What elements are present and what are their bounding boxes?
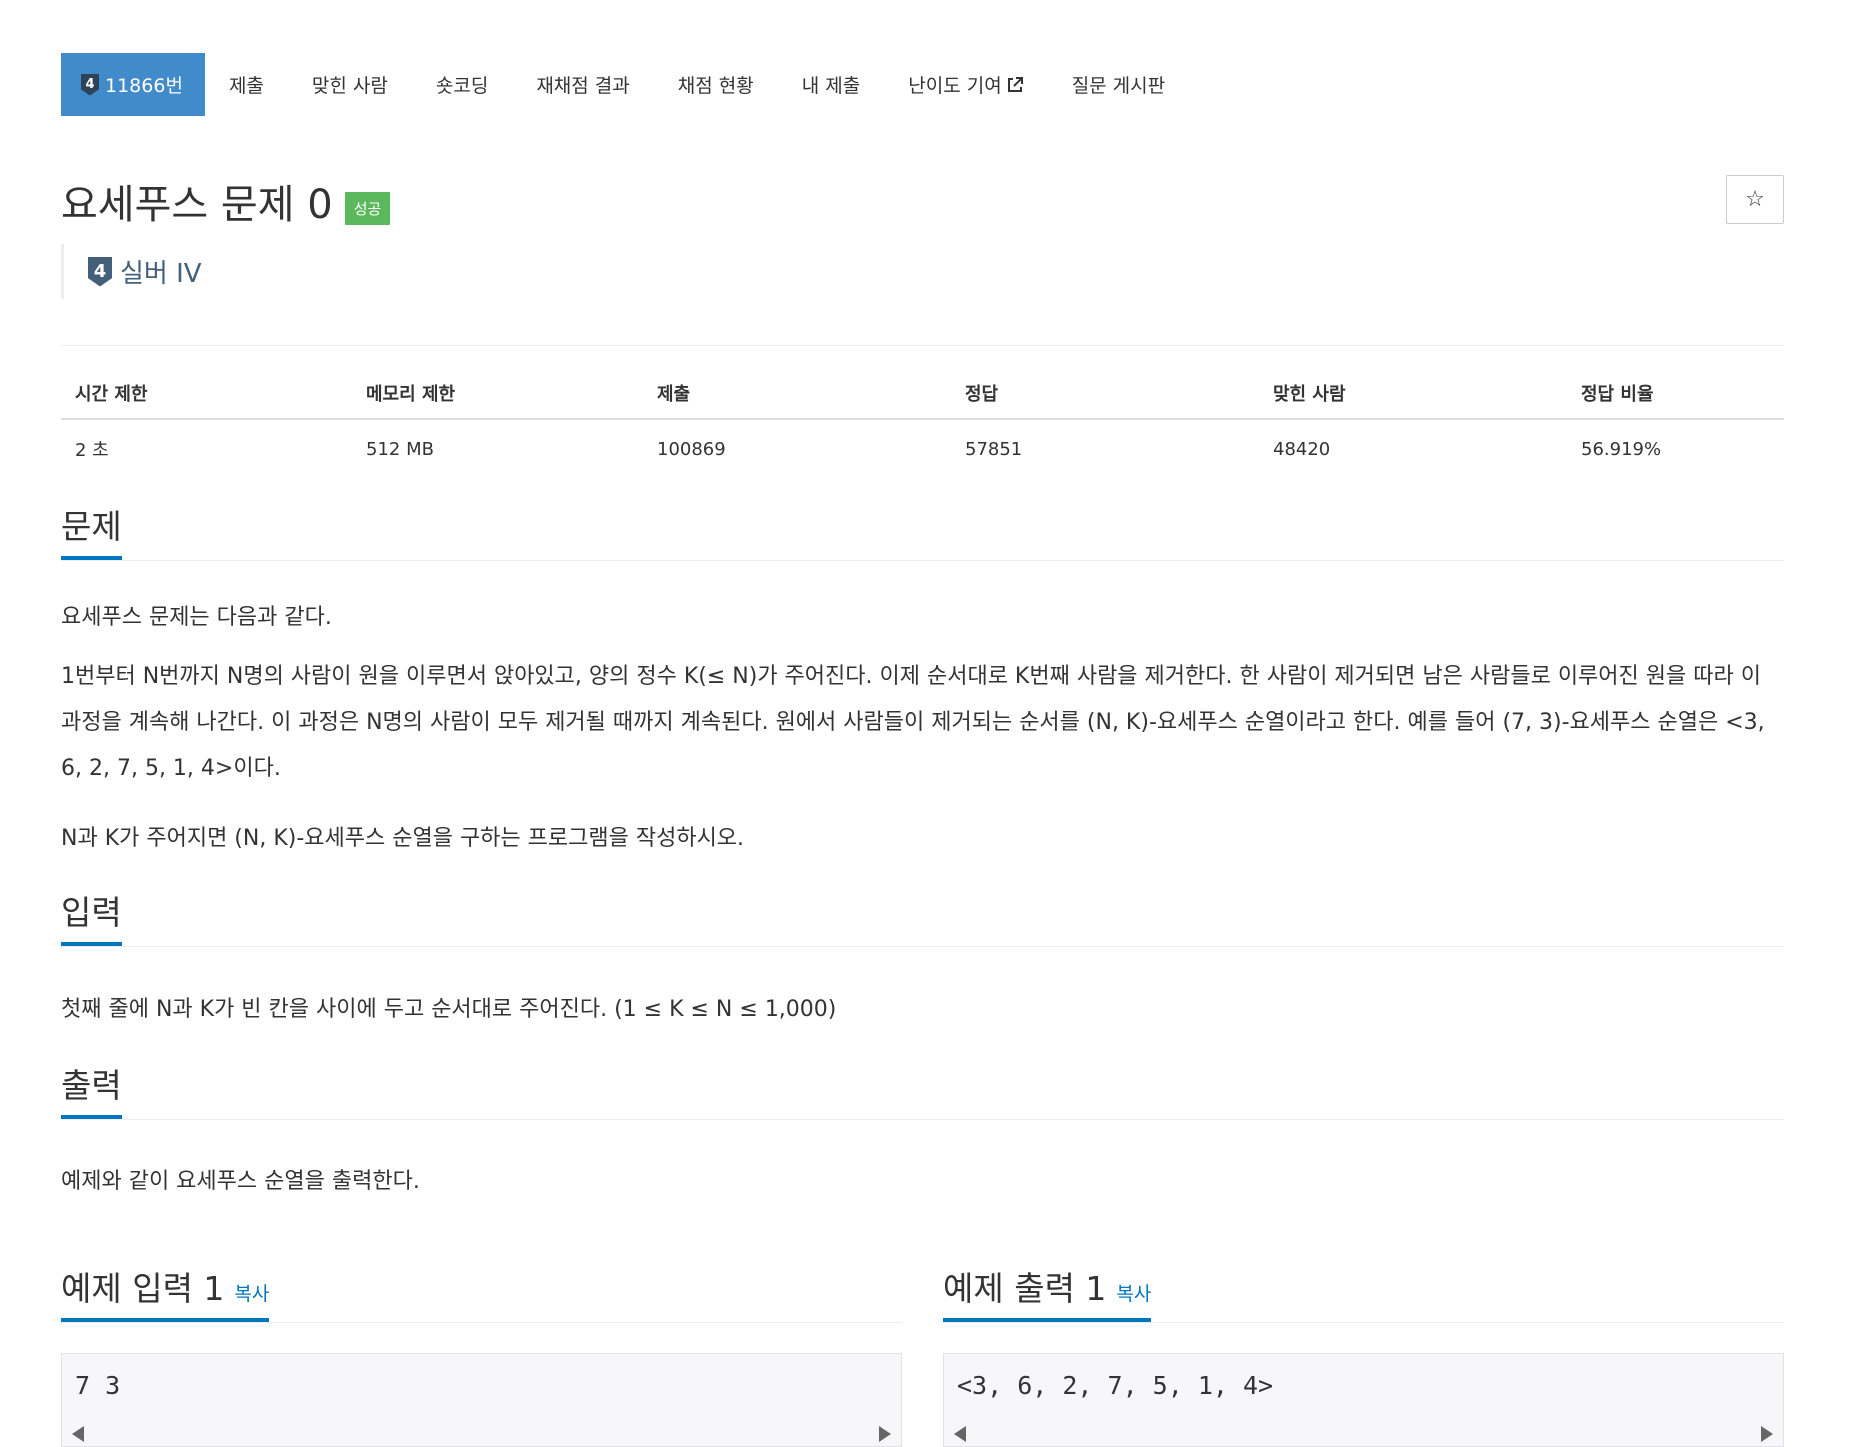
output-section-header: 출력 bbox=[61, 1061, 1784, 1120]
tier-label: 실버 IV bbox=[120, 259, 202, 289]
nav-submit[interactable]: 제출 bbox=[205, 53, 288, 116]
star-button[interactable]: ☆ bbox=[1726, 175, 1784, 224]
sample-input-header: 예제 입력 1 복사 bbox=[61, 1264, 902, 1323]
value-time-limit: 2 초 bbox=[75, 440, 109, 461]
sample-output-heading: 예제 출력 1 복사 bbox=[943, 1264, 1152, 1322]
sample-output-box: <3, 6, 2, 7, 5, 1, 4> bbox=[943, 1353, 1784, 1447]
problem-page: 4 11866번 제출 맞힌 사람 숏코딩 재채점 결과 채점 현황 내 제출 … bbox=[0, 0, 1856, 1447]
nav-my-submissions[interactable]: 내 제출 bbox=[778, 53, 884, 116]
table-row: 2 초 512 MB 100869 57851 48420 56.919% bbox=[61, 419, 1784, 472]
sample-input-box: 7 3 bbox=[61, 1353, 902, 1447]
nav-status[interactable]: 채점 현황 bbox=[654, 53, 778, 116]
scroll-right-icon[interactable] bbox=[879, 1426, 891, 1442]
nav-solved-users[interactable]: 맞힌 사람 bbox=[288, 53, 412, 116]
scroll-left-icon[interactable] bbox=[72, 1426, 84, 1442]
description-section-header: 문제 bbox=[61, 502, 1784, 561]
scroll-left-icon[interactable] bbox=[954, 1426, 966, 1442]
header-time-limit: 시간 제한 bbox=[61, 380, 352, 420]
output-description: 예제와 같이 요세푸스 순열을 출력한다. bbox=[61, 1169, 420, 1194]
sample-input-content: 7 3 bbox=[75, 1371, 121, 1400]
description-heading: 문제 bbox=[61, 502, 122, 560]
header-accept-ratio: 정답 비율 bbox=[1567, 380, 1784, 420]
sample-output-header: 예제 출력 1 복사 bbox=[943, 1264, 1784, 1323]
nav-difficulty-contribution[interactable]: 난이도 기여 bbox=[884, 53, 1047, 116]
tier-row: 4 실버 IV bbox=[61, 244, 202, 299]
description-paragraph-2: 1번부터 N번까지 N명의 사람이 원을 이루면서 앉아있고, 양의 정수 K(… bbox=[61, 664, 1765, 781]
problem-title-row: 요세푸스 문제 0 성공 bbox=[61, 172, 391, 230]
sample-output-content: <3, 6, 2, 7, 5, 1, 4> bbox=[957, 1371, 1274, 1400]
header-solved-users: 맞힌 사람 bbox=[1259, 380, 1567, 420]
horizontal-scrollbar[interactable] bbox=[62, 1420, 901, 1446]
problem-nav: 4 11866번 제출 맞힌 사람 숏코딩 재채점 결과 채점 현황 내 제출 … bbox=[61, 53, 1189, 116]
input-heading: 입력 bbox=[61, 888, 122, 946]
sample-input-title: 예제 입력 1 bbox=[61, 1269, 225, 1308]
status-badge: 성공 bbox=[344, 191, 391, 225]
copy-sample-input-button[interactable]: 복사 bbox=[234, 1283, 269, 1305]
header-accepted: 정답 bbox=[951, 380, 1259, 420]
input-description: 첫째 줄에 N과 K가 빈 칸을 사이에 두고 순서대로 주어진다. (1 ≤ … bbox=[61, 997, 837, 1022]
external-link-icon bbox=[1007, 76, 1023, 92]
value-accepted: 57851 bbox=[965, 438, 1023, 460]
header-submissions: 제출 bbox=[643, 380, 951, 420]
table-header-row: 시간 제한 메모리 제한 제출 정답 맞힌 사람 정답 비율 bbox=[61, 380, 1784, 420]
problem-number-label: 11866번 bbox=[105, 75, 183, 97]
divider bbox=[61, 345, 1784, 346]
value-memory-limit: 512 MB bbox=[366, 438, 434, 460]
nav-rejudge-results[interactable]: 재채점 결과 bbox=[512, 53, 653, 116]
description-paragraph-1: 요세푸스 문제는 다음과 같다. bbox=[61, 605, 332, 630]
output-heading: 출력 bbox=[61, 1061, 122, 1119]
value-submissions: 100869 bbox=[657, 438, 726, 460]
header-memory-limit: 메모리 제한 bbox=[352, 380, 643, 420]
value-accept-ratio: 56.919% bbox=[1581, 438, 1662, 460]
scroll-right-icon[interactable] bbox=[1761, 1426, 1773, 1442]
nav-short-coding[interactable]: 숏코딩 bbox=[412, 53, 512, 116]
nav-difficulty-label: 난이도 기여 bbox=[908, 75, 1002, 97]
silver-tier-icon: 4 bbox=[81, 73, 99, 96]
nav-problem-number[interactable]: 4 11866번 bbox=[61, 53, 205, 116]
horizontal-scrollbar[interactable] bbox=[944, 1420, 1783, 1446]
page-title: 요세푸스 문제 0 bbox=[61, 182, 333, 228]
value-solved-users: 48420 bbox=[1273, 438, 1331, 460]
problem-info-table: 시간 제한 메모리 제한 제출 정답 맞힌 사람 정답 비율 2 초 512 M… bbox=[61, 380, 1784, 472]
sample-input-heading: 예제 입력 1 복사 bbox=[61, 1264, 270, 1322]
copy-sample-output-button[interactable]: 복사 bbox=[1116, 1283, 1151, 1305]
input-section-header: 입력 bbox=[61, 888, 1784, 947]
silver-tier-icon: 4 bbox=[88, 256, 112, 287]
star-icon: ☆ bbox=[1745, 187, 1765, 212]
sample-output-title: 예제 출력 1 bbox=[943, 1269, 1107, 1308]
description-paragraph-3: N과 K가 주어지면 (N, K)-요세푸스 순열을 구하는 프로그램을 작성하… bbox=[61, 826, 745, 851]
nav-question-board[interactable]: 질문 게시판 bbox=[1048, 53, 1189, 116]
